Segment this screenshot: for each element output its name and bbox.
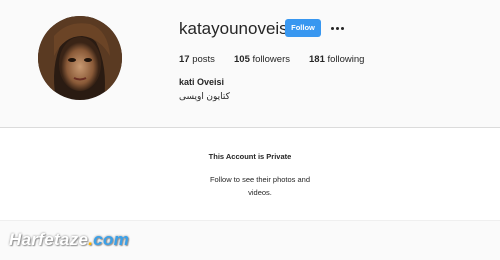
profile-header: katayounoveisi Follow 17 posts 105 follo… [0,0,500,127]
posts-label: posts [192,54,215,65]
profile-photo [38,16,122,100]
private-title: This Account is Private [208,152,292,161]
followers-stat[interactable]: 105 followers [234,54,290,66]
more-horizontal-icon[interactable] [330,20,344,36]
followers-count: 105 [234,54,250,65]
posts-count: 17 [179,54,190,65]
followers-label: followers [252,54,291,65]
more-dot [341,27,344,30]
follow-button[interactable]: Follow [285,19,321,37]
following-stat[interactable]: 181 following [309,54,364,66]
more-dot [331,27,334,30]
private-account-panel: This Account is Private Follow to see th… [0,128,500,221]
following-count: 181 [309,54,325,65]
private-message: Follow to see their photos and videos. [209,175,311,197]
following-label: following [327,54,365,65]
avatar[interactable] [38,16,122,100]
bio: کتایون اویسی [179,91,230,101]
posts-stat: 17 posts [179,54,215,66]
watermark-name: Harfetaze [9,230,89,249]
watermark-tld: com [93,230,130,249]
more-dot [336,27,339,30]
username: katayounoveisi [179,19,292,38]
watermark-logo: Harfetaze.com [9,230,129,250]
full-name: kati Oveisi [179,77,225,87]
